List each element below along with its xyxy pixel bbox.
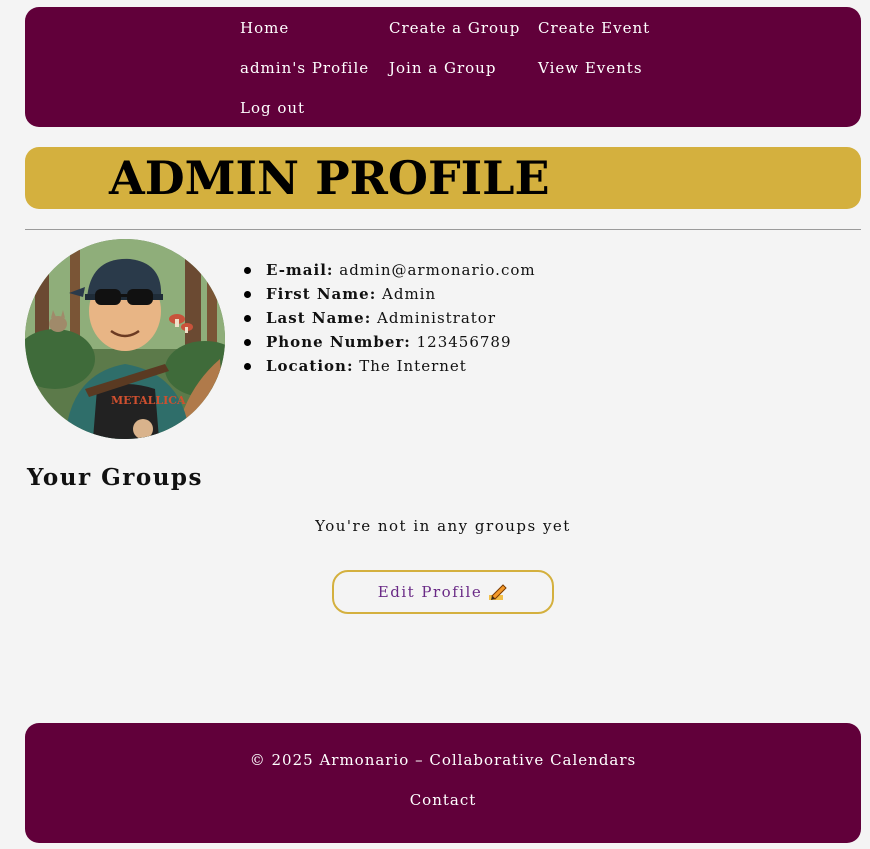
profile-details-list: E-mail: admin@armonario.com First Name: … (244, 258, 536, 378)
nav-home-link[interactable]: Home (240, 19, 289, 37)
profile-location-item: Location: The Internet (244, 354, 536, 378)
edit-profile-button[interactable]: Edit Profile (332, 570, 554, 614)
phone-value: 123456789 (416, 333, 512, 351)
nav-view-events-link[interactable]: View Events (538, 59, 643, 77)
nav-create-event-link[interactable]: Create Event (538, 19, 650, 37)
email-value: admin@armonario.com (339, 261, 536, 279)
groups-heading: Your Groups (27, 464, 203, 491)
site-footer: © 2025 Armonario – Collaborative Calenda… (25, 723, 861, 843)
email-label: E-mail: (266, 261, 334, 279)
avatar-illustration-icon: METALLICA (25, 239, 225, 439)
profile-avatar: METALLICA (25, 239, 225, 439)
location-value: The Internet (359, 357, 467, 375)
nav-create-group-link[interactable]: Create a Group (389, 19, 520, 37)
bullet-icon (244, 291, 251, 298)
nav-logout-link[interactable]: Log out (240, 99, 305, 117)
last-name-value: Administrator (377, 309, 497, 327)
no-groups-message: You're not in any groups yet (315, 517, 571, 535)
first-name-value: Admin (382, 285, 437, 303)
svg-text:METALLICA: METALLICA (111, 394, 186, 407)
bullet-icon (244, 315, 251, 322)
divider (25, 229, 861, 230)
footer-contact-link[interactable]: Contact (25, 791, 861, 809)
bullet-icon (244, 339, 251, 346)
profile-email-item: E-mail: admin@armonario.com (244, 258, 536, 282)
footer-copyright: © 2025 Armonario – Collaborative Calenda… (249, 751, 637, 769)
profile-last-name-item: Last Name: Administrator (244, 306, 536, 330)
profile-first-name-item: First Name: Admin (244, 282, 536, 306)
last-name-label: Last Name: (266, 309, 372, 327)
first-name-label: First Name: (266, 285, 377, 303)
bullet-icon (244, 363, 251, 370)
phone-label: Phone Number: (266, 333, 411, 351)
pencil-writing-icon (488, 583, 508, 601)
bullet-icon (244, 267, 251, 274)
location-label: Location: (266, 357, 354, 375)
profile-phone-item: Phone Number: 123456789 (244, 330, 536, 354)
main-navbar: Home Create a Group Create Event admin's… (25, 7, 861, 127)
nav-join-group-link[interactable]: Join a Group (389, 59, 496, 77)
nav-profile-link[interactable]: admin's Profile (240, 59, 369, 77)
page-title: ADMIN PROFILE (109, 151, 550, 205)
edit-profile-label: Edit Profile (377, 583, 483, 601)
page-title-banner: ADMIN PROFILE (25, 147, 861, 209)
